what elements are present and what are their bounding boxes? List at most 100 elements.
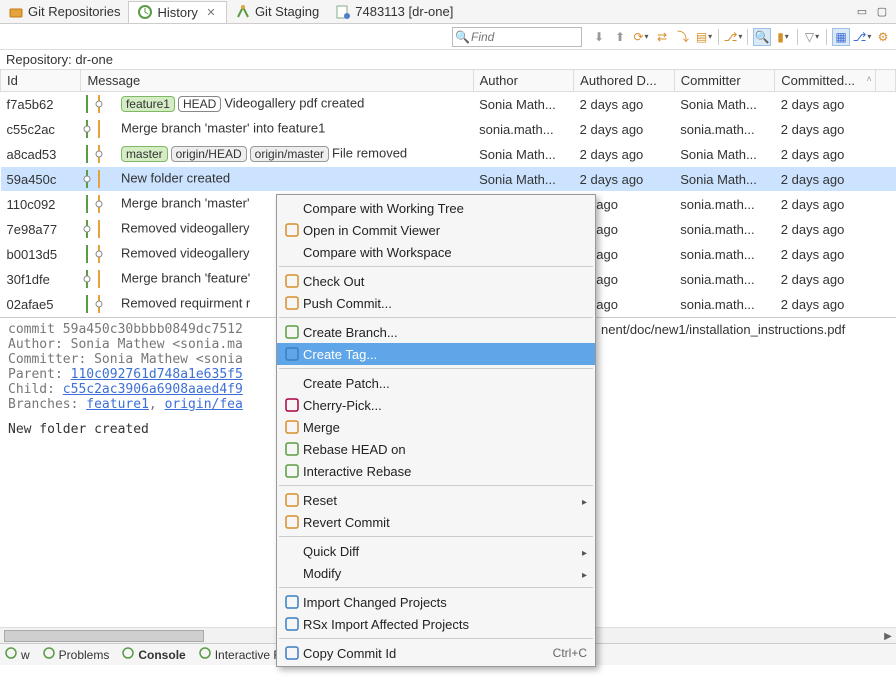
graph-icon	[81, 270, 121, 285]
filter-icon[interactable]: ▽	[803, 28, 821, 46]
menu-label: Revert Commit	[303, 515, 587, 530]
tab-git-staging[interactable]: Git Staging	[227, 1, 327, 23]
menu-item[interactable]: Cherry-Pick...	[277, 394, 595, 416]
commit-id: 7e98a77	[1, 217, 81, 242]
menu-label: Create Patch...	[303, 376, 587, 391]
refresh-icon[interactable]: ⟳	[632, 28, 650, 46]
bottom-tab[interactable]: w	[4, 646, 30, 663]
interactive-rebase-icon	[198, 646, 212, 663]
graph-icon	[81, 170, 121, 185]
commit-message: Removed videogallery	[121, 245, 250, 260]
bottom-tab[interactable]: Problems	[42, 646, 110, 663]
minimize-icon[interactable]: ▭	[854, 4, 870, 20]
menu-item[interactable]: Reset	[277, 489, 595, 511]
menu-item[interactable]: RSx Import Affected Projects	[277, 613, 595, 635]
commit-row[interactable]: a8cad53masterorigin/HEADorigin/masterFil…	[1, 142, 896, 167]
find-input[interactable]	[452, 27, 582, 47]
parent-link[interactable]: 110c092761d748a1e635f5	[71, 367, 243, 382]
commit-author: Sonia Math...	[473, 142, 574, 167]
task-icon	[335, 4, 351, 20]
menu-item[interactable]: Push Commit...	[277, 292, 595, 314]
compare-icon[interactable]: ⇄	[653, 28, 671, 46]
commit-message: Merge branch 'master' into feature1	[121, 120, 325, 135]
graph-icon	[81, 95, 121, 110]
col-author[interactable]: Author	[473, 70, 574, 92]
ref-badge[interactable]: feature1	[121, 96, 175, 112]
scroll-thumb[interactable]	[4, 630, 204, 642]
menu-label: Cherry-Pick...	[303, 398, 587, 413]
link-icon[interactable]: ⤵	[674, 28, 692, 46]
checkout-icon[interactable]: ⎇	[724, 28, 742, 46]
menu-item[interactable]: Quick Diff	[277, 540, 595, 562]
tab-task[interactable]: 7483113 [dr-one]	[327, 1, 461, 23]
menu-label: Check Out	[303, 274, 587, 289]
commit-committed: 2 days ago	[775, 217, 876, 242]
menu-item[interactable]: Merge	[277, 416, 595, 438]
branch-link[interactable]: feature1	[86, 397, 149, 412]
table-header-row: Id Message Author Authored D... Committe…	[1, 70, 896, 92]
gear-icon[interactable]: ⚙	[874, 28, 892, 46]
blank-icon	[281, 375, 303, 391]
merge-icon	[281, 419, 303, 435]
layout-icon[interactable]: ▦	[832, 28, 850, 46]
commit-row[interactable]: 59a450cNew folder createdSonia Math...2 …	[1, 167, 896, 192]
commit-message: Removed requirment r	[121, 295, 250, 310]
menu-item[interactable]: Create Branch...	[277, 321, 595, 343]
graph-icon	[81, 120, 121, 135]
scroll-up-icon[interactable]: ˄	[867, 74, 872, 84]
commit-row[interactable]: f7a5b62feature1HEADVideogallery pdf crea…	[1, 92, 896, 117]
tab-history[interactable]: History ✕	[128, 1, 226, 23]
menu-label: Compare with Working Tree	[303, 201, 587, 216]
arrow-down-icon[interactable]: ⬇	[590, 28, 608, 46]
scroll-right-icon[interactable]: ▶	[880, 628, 896, 644]
tree-icon[interactable]: ⎇	[853, 28, 871, 46]
group-icon[interactable]: ▮	[774, 28, 792, 46]
tab-git-repositories[interactable]: Git Repositories	[0, 1, 128, 23]
col-message[interactable]: Message	[81, 70, 473, 92]
col-committed-date[interactable]: Committed...˄	[775, 70, 876, 92]
menu-item[interactable]: Interactive Rebase	[277, 460, 595, 482]
menu-item[interactable]: Compare with Working Tree	[277, 197, 595, 219]
col-authored-date[interactable]: Authored D...	[574, 70, 675, 92]
menu-item[interactable]: Create Patch...	[277, 372, 595, 394]
child-link[interactable]: c55c2ac3906a6908aaed4f9	[63, 382, 243, 397]
search-toggle-icon[interactable]: 🔍	[753, 28, 771, 46]
console-icon	[121, 646, 135, 663]
menu-item[interactable]: Compare with Workspace	[277, 241, 595, 263]
file-path[interactable]: nent/doc/new1/installation_instructions.…	[601, 322, 845, 337]
menu-label: Create Tag...	[303, 347, 587, 362]
ref-badge[interactable]: origin/HEAD	[171, 146, 247, 162]
commit-row[interactable]: c55c2acMerge branch 'master' into featur…	[1, 117, 896, 142]
menu-item[interactable]: Open in Commit Viewer	[277, 219, 595, 241]
menu-item[interactable]: Copy Commit IdCtrl+C	[277, 642, 595, 664]
commit-committer: sonia.math...	[674, 217, 775, 242]
commit-committer: Sonia Math...	[674, 92, 775, 117]
bottom-tab[interactable]: Console	[121, 646, 185, 663]
graph-icon	[81, 295, 121, 310]
commit-committed: 2 days ago	[775, 192, 876, 217]
menu-label: Modify	[303, 566, 582, 581]
menu-item[interactable]: Import Changed Projects	[277, 591, 595, 613]
ref-badge[interactable]: origin/master	[250, 146, 329, 162]
branch-link[interactable]: origin/fea	[165, 397, 243, 412]
menu-label: Copy Commit Id	[303, 646, 553, 661]
ref-badge[interactable]: master	[121, 146, 168, 162]
filter-branch-icon[interactable]: ▤	[695, 28, 713, 46]
menu-item[interactable]: Revert Commit	[277, 511, 595, 533]
arrow-up-icon[interactable]: ⬆	[611, 28, 629, 46]
close-icon[interactable]: ✕	[204, 5, 218, 19]
ref-badge[interactable]: HEAD	[178, 96, 221, 112]
tab-label: Git Repositories	[28, 4, 120, 19]
menu-label: RSx Import Affected Projects	[303, 617, 587, 632]
menu-item[interactable]: Modify	[277, 562, 595, 584]
commit-id: 30f1dfe	[1, 267, 81, 292]
menu-label: Create Branch...	[303, 325, 587, 340]
git-staging-icon	[235, 4, 251, 20]
col-committer[interactable]: Committer	[674, 70, 775, 92]
col-id[interactable]: Id	[1, 70, 81, 92]
sha-icon	[281, 645, 303, 661]
menu-item[interactable]: Create Tag...	[277, 343, 595, 365]
menu-item[interactable]: Check Out	[277, 270, 595, 292]
menu-item[interactable]: Rebase HEAD on	[277, 438, 595, 460]
maximize-icon[interactable]: ▢	[874, 4, 890, 20]
